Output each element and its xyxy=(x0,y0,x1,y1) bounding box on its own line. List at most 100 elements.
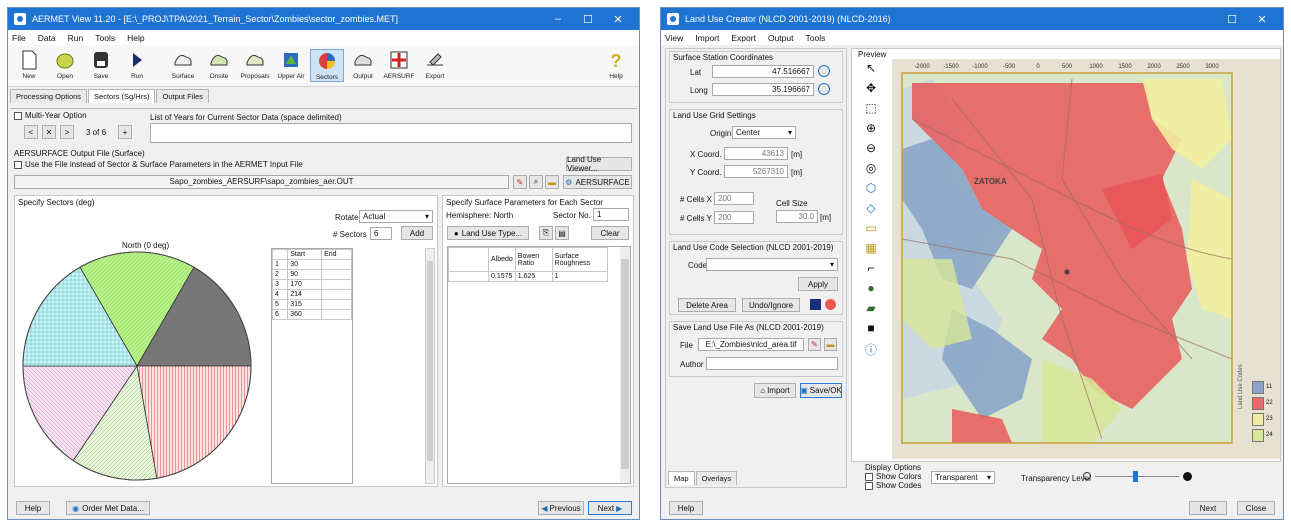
params-scroll-thumb[interactable] xyxy=(621,259,629,469)
code-select[interactable]: ▾ xyxy=(706,258,838,271)
menu-view[interactable]: View xyxy=(665,33,683,43)
scroll-thumb[interactable] xyxy=(427,261,433,461)
menu-data[interactable]: Data xyxy=(38,33,56,43)
terrain-icon[interactable]: ▰ xyxy=(858,301,884,321)
params-scrollbar[interactable] xyxy=(620,247,630,483)
clear-params-button[interactable]: Clear xyxy=(591,226,629,240)
sector-row-index[interactable]: 4 xyxy=(271,289,289,300)
long-input[interactable]: 35.196667 xyxy=(712,83,814,96)
maximize-icon[interactable]: ☐ xyxy=(573,13,603,26)
tab-map[interactable]: Map xyxy=(668,471,695,485)
param-row-bowen[interactable]: 1.625 xyxy=(514,271,553,282)
sector-table[interactable]: Start End 1 30 2 90 3 170 4 214 5 315 6 360 xyxy=(271,248,353,484)
menu-help[interactable]: Help xyxy=(127,33,144,43)
output-button[interactable]: Output xyxy=(346,49,380,80)
run-button[interactable]: Run xyxy=(120,49,154,80)
author-input[interactable] xyxy=(706,357,838,370)
copy-params-button[interactable]: ⎘ xyxy=(539,226,553,240)
sector-table-row[interactable]: 2 90 xyxy=(271,269,352,280)
edit-file-button[interactable]: ✎ xyxy=(513,175,527,189)
tab-overlays[interactable]: Overlays xyxy=(695,471,738,485)
sector-row-start[interactable]: 30 xyxy=(287,259,323,270)
show-codes-option[interactable]: Show Codes xyxy=(865,481,921,490)
select-icon[interactable]: ⬚ xyxy=(858,101,884,121)
palette-icon[interactable] xyxy=(825,299,836,310)
land-use-viewer-button[interactable]: Land Use Viewer... xyxy=(566,155,632,173)
lat-locate-icon[interactable] xyxy=(818,65,830,77)
new-button[interactable]: New xyxy=(12,49,46,80)
help-button[interactable]: Help xyxy=(16,501,50,515)
browse-save-file-button[interactable]: ▬ xyxy=(824,338,837,351)
years-list-input[interactable] xyxy=(150,123,632,143)
sector-row-start[interactable]: 170 xyxy=(287,279,323,290)
sector-table-row[interactable]: 4 214 xyxy=(271,289,352,300)
aersurf-button[interactable]: AERSURF xyxy=(382,49,416,80)
sector-row-index[interactable]: 5 xyxy=(271,299,289,310)
x-coord-input[interactable]: 43613 xyxy=(724,147,788,160)
polygon-icon[interactable]: ⬡ xyxy=(858,181,884,201)
year-delete-button[interactable]: ✕ xyxy=(42,125,56,139)
sectors-button[interactable]: Sectors xyxy=(310,49,344,82)
tab-output-files[interactable]: Output Files xyxy=(156,89,209,103)
save-ok-button[interactable]: ▣ Save/OK xyxy=(800,383,842,398)
close-icon[interactable]: ✕ xyxy=(603,13,633,26)
import-button[interactable]: ⌂ Import xyxy=(754,383,796,398)
menu-file[interactable]: File xyxy=(12,33,26,43)
luc-close-icon[interactable]: ✕ xyxy=(1247,13,1277,26)
multi-year-checkbox[interactable] xyxy=(14,111,22,120)
use-file-checkbox[interactable] xyxy=(14,160,22,169)
grid-icon[interactable]: ■ xyxy=(858,321,884,341)
sector-pie-chart[interactable] xyxy=(21,250,253,482)
sector-row-index[interactable]: 1 xyxy=(271,259,289,270)
slider-thumb[interactable] xyxy=(1133,471,1139,482)
aersurface-button[interactable]: ⚙ AERSURFACE xyxy=(563,175,632,189)
luc-close-button[interactable]: Close xyxy=(1237,501,1275,515)
y-coord-input[interactable]: 5267310 xyxy=(724,165,788,178)
sector-table-row[interactable]: 6 360 xyxy=(271,309,352,320)
sector-row-end[interactable] xyxy=(321,279,352,290)
year-prev-button[interactable]: < xyxy=(24,125,38,139)
edit-save-file-button[interactable]: ✎ xyxy=(808,338,821,351)
show-codes-checkbox[interactable] xyxy=(865,481,873,490)
delete-area-button[interactable]: Delete Area xyxy=(678,298,736,312)
menu-tools-right[interactable]: Tools xyxy=(805,33,825,43)
menu-import[interactable]: Import xyxy=(695,33,719,43)
save-file-input[interactable]: E:\_Zombies\nlcd_area.tif xyxy=(698,338,804,351)
land-use-map[interactable]: -2000 -1500 -1000 -500 0 500 1000 1500 2000 2500 3… xyxy=(892,59,1280,459)
origin-select[interactable]: Center ▾ xyxy=(732,126,796,139)
sector-row-end[interactable] xyxy=(321,289,352,300)
sector-row-index[interactable]: 6 xyxy=(271,309,289,320)
view-file-button[interactable]: ⌕ xyxy=(529,175,543,189)
sector-row-end[interactable] xyxy=(321,309,352,320)
zoom-in-icon[interactable]: ⊕ xyxy=(858,121,884,141)
left-scrollbar[interactable] xyxy=(425,248,435,484)
sector-table-row[interactable]: 3 170 xyxy=(271,279,352,290)
onsite-button[interactable]: Onsite xyxy=(202,49,236,80)
sector-table-row[interactable]: 5 315 xyxy=(271,299,352,310)
show-colors-option[interactable]: Show Colors xyxy=(865,472,921,481)
params-table[interactable]: Albedo Bowen Ratio Surface Roughness 0.1… xyxy=(447,246,631,484)
measure-icon[interactable]: ⌐ xyxy=(858,261,884,281)
param-row-roughness[interactable]: 1 xyxy=(551,271,609,282)
polygon-alt-icon[interactable]: ◇ xyxy=(858,201,884,221)
info-icon[interactable]: ⓘ xyxy=(858,341,884,361)
tab-sectors[interactable]: Sectors (Sg/Hrs) xyxy=(88,89,156,103)
aersurface-file-path[interactable]: Sapo_zombies_AERSURF\sapo_zombies_aer.OU… xyxy=(14,175,509,189)
luc-help-button[interactable]: Help xyxy=(669,501,703,515)
sector-no-spinner[interactable]: 1 xyxy=(593,208,629,221)
menu-tools[interactable]: Tools xyxy=(95,33,115,43)
use-file-option[interactable]: Use the File instead of Sector & Surface… xyxy=(14,160,303,169)
order-met-data-button[interactable]: ◉ Order Met Data... xyxy=(66,501,150,515)
menu-export[interactable]: Export xyxy=(731,33,756,43)
paste-params-button[interactable]: ▤ xyxy=(555,226,569,240)
add-sector-button[interactable]: Add xyxy=(401,226,433,240)
sector-row-index[interactable]: 3 xyxy=(271,279,289,290)
browse-file-button[interactable]: ▬ xyxy=(545,175,559,189)
sector-row-start[interactable]: 360 xyxy=(287,309,323,320)
long-locate-icon[interactable] xyxy=(818,83,830,95)
help-tool-button[interactable]: ? Help xyxy=(599,49,633,80)
rotate-select[interactable]: Actual ▾ xyxy=(359,210,433,223)
num-sectors-spinner[interactable]: 6 xyxy=(370,227,392,240)
land-use-type-button[interactable]: ● Land Use Type... xyxy=(447,226,529,240)
surface-button[interactable]: Surface xyxy=(166,49,200,80)
